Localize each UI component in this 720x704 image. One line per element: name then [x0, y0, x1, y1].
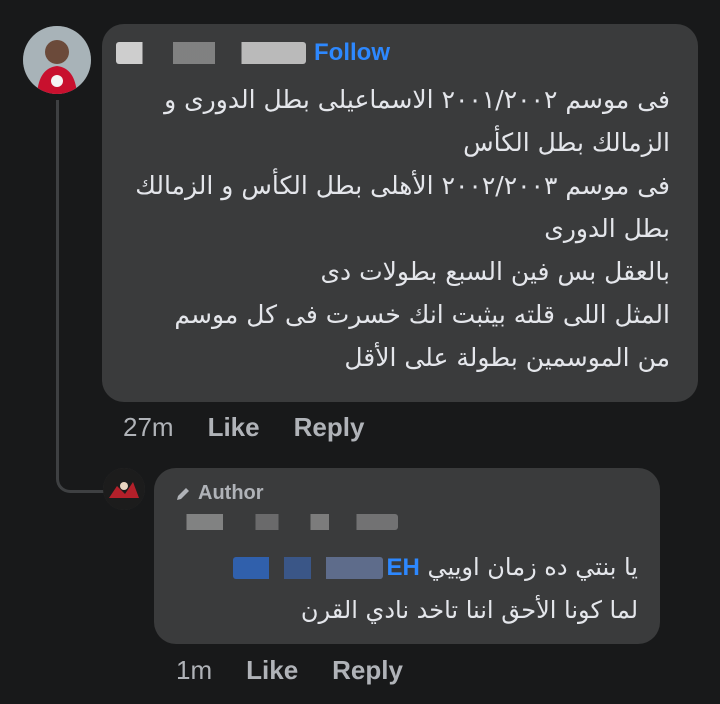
- comment-actions: 27m Like Reply: [123, 412, 364, 443]
- comment-line: الزمالك بطل الكأس: [463, 128, 670, 157]
- comment-timestamp[interactable]: 27m: [123, 412, 174, 443]
- comment-line: بالعقل بس فين السبع بطولات دى: [320, 257, 670, 286]
- mention-link[interactable]: EH: [387, 554, 420, 581]
- comment-line: فى موسم ٢٠٠٢/٢٠٠٣ الأهلى بطل الكأس و الز…: [135, 171, 670, 200]
- comment-body: فى موسم ٢٠٠١/٢٠٠٢ الاسماعيلى بطل الدورى …: [110, 78, 670, 379]
- author-badge-label: Author: [198, 482, 264, 504]
- pencil-icon: [177, 487, 189, 500]
- avatar-image: [23, 26, 91, 94]
- reply-body: يا بنتي ده زمان اوييي EH لما كونا الأحق …: [168, 546, 638, 631]
- comment-bubble: Follow فى موسم ٢٠٠١/٢٠٠٢ الاسماعيلى بطل …: [102, 24, 698, 402]
- thread-connector: [56, 100, 105, 493]
- reply-line-text: يا بنتي ده زمان اوييي: [427, 553, 638, 581]
- like-button[interactable]: Like: [246, 655, 298, 686]
- reply-button[interactable]: Reply: [332, 655, 403, 686]
- reply-avatar[interactable]: [103, 468, 145, 510]
- avatar-image: [103, 468, 145, 510]
- reply-line: لما كونا الأحق اننا تاخد نادي القرن: [300, 596, 638, 624]
- comment-line: المثل اللى قلته بيثبت انك خسرت فى كل موس…: [174, 300, 670, 329]
- redacted-author-name[interactable]: [116, 42, 306, 64]
- reply-timestamp[interactable]: 1m: [176, 655, 212, 686]
- author-badge: Author: [174, 482, 264, 505]
- comment-header: Follow: [116, 38, 390, 68]
- reply-button[interactable]: Reply: [294, 412, 365, 443]
- comment-line: من الموسمين بطولة على الأقل: [344, 343, 670, 372]
- like-button[interactable]: Like: [208, 412, 260, 443]
- commenter-avatar[interactable]: [23, 26, 91, 94]
- reply-bubble: Author يا بنتي ده زمان اوييي EH لما كونا…: [154, 468, 660, 644]
- reply-actions: 1m Like Reply: [176, 655, 403, 686]
- comment-line: فى موسم ٢٠٠١/٢٠٠٢ الاسماعيلى بطل الدورى …: [164, 85, 670, 114]
- comment-line: بطل الدورى: [544, 214, 670, 243]
- follow-button[interactable]: Follow: [314, 38, 390, 68]
- redacted-mention: [232, 557, 383, 579]
- reply-line: يا بنتي ده زمان اوييي EH: [168, 546, 638, 589]
- redacted-reply-header: [168, 514, 398, 530]
